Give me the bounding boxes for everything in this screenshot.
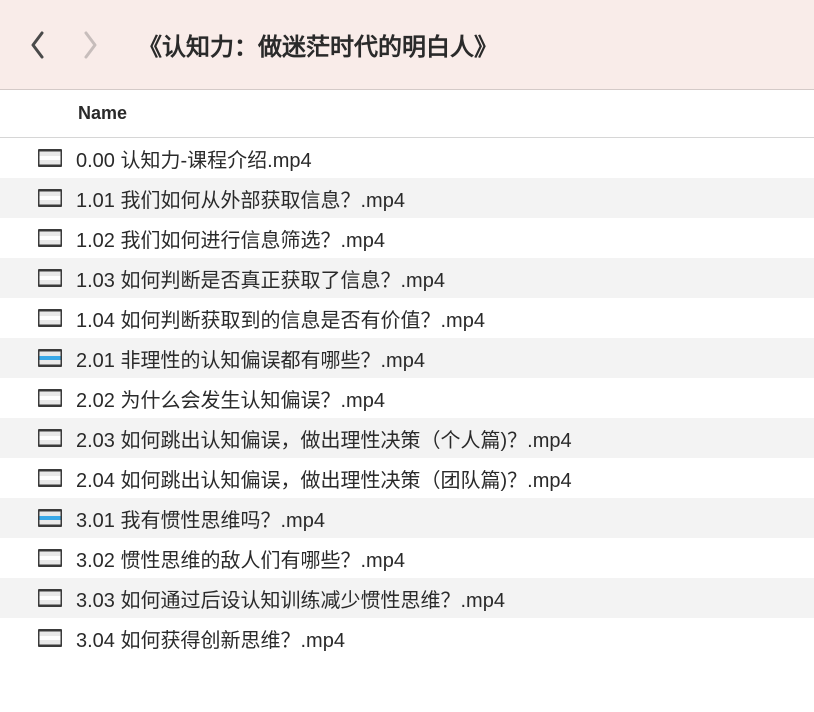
file-name: 2.04 如何跳出认知偏误，做出理性决策（团队篇)？.mp4 bbox=[76, 464, 572, 493]
toolbar: 《认知力：做迷茫时代的明白人》 bbox=[0, 0, 814, 90]
video-file-icon bbox=[38, 629, 62, 647]
video-file-icon bbox=[38, 229, 62, 247]
file-name: 2.03 如何跳出认知偏误，做出理性决策（个人篇)？.mp4 bbox=[76, 424, 572, 453]
video-file-icon bbox=[38, 149, 62, 167]
file-name: 3.01 我有惯性思维吗？.mp4 bbox=[76, 504, 325, 533]
file-name: 2.02 为什么会发生认知偏误？.mp4 bbox=[76, 384, 385, 413]
video-file-icon bbox=[38, 269, 62, 287]
file-row[interactable]: 0.00 认知力-课程介绍.mp4 bbox=[0, 138, 814, 178]
file-name: 3.02 惯性思维的敌人们有哪些？.mp4 bbox=[76, 544, 405, 573]
column-header-row[interactable]: Name bbox=[0, 90, 814, 138]
video-file-icon bbox=[38, 349, 62, 367]
video-file-icon bbox=[38, 549, 62, 567]
file-name: 3.03 如何通过后设认知训练减少惯性思维？.mp4 bbox=[76, 584, 505, 613]
file-row[interactable]: 1.01 我们如何从外部获取信息？.mp4 bbox=[0, 178, 814, 218]
nav-back-button[interactable] bbox=[24, 25, 52, 65]
file-name: 1.03 如何判断是否真正获取了信息？.mp4 bbox=[76, 264, 445, 293]
file-row[interactable]: 1.04 如何判断获取到的信息是否有价值？.mp4 bbox=[0, 298, 814, 338]
file-name: 1.02 我们如何进行信息筛选？.mp4 bbox=[76, 224, 385, 253]
file-row[interactable]: 2.04 如何跳出认知偏误，做出理性决策（团队篇)？.mp4 bbox=[0, 458, 814, 498]
file-list: 0.00 认知力-课程介绍.mp4 1.01 我们如何从外部获取信息？.mp4 … bbox=[0, 138, 814, 658]
video-file-icon bbox=[38, 429, 62, 447]
file-name: 1.04 如何判断获取到的信息是否有价值？.mp4 bbox=[76, 304, 485, 333]
file-row[interactable]: 2.01 非理性的认知偏误都有哪些？.mp4 bbox=[0, 338, 814, 378]
file-row[interactable]: 3.02 惯性思维的敌人们有哪些？.mp4 bbox=[0, 538, 814, 578]
file-row[interactable]: 3.01 我有惯性思维吗？.mp4 bbox=[0, 498, 814, 538]
chevron-right-icon bbox=[82, 31, 98, 59]
file-row[interactable]: 1.02 我们如何进行信息筛选？.mp4 bbox=[0, 218, 814, 258]
video-file-icon bbox=[38, 189, 62, 207]
video-file-icon bbox=[38, 389, 62, 407]
file-row[interactable]: 3.03 如何通过后设认知训练减少惯性思维？.mp4 bbox=[0, 578, 814, 618]
file-name: 1.01 我们如何从外部获取信息？.mp4 bbox=[76, 184, 405, 213]
file-row[interactable]: 1.03 如何判断是否真正获取了信息？.mp4 bbox=[0, 258, 814, 298]
video-file-icon bbox=[38, 589, 62, 607]
file-row[interactable]: 2.02 为什么会发生认知偏误？.mp4 bbox=[0, 378, 814, 418]
chevron-left-icon bbox=[30, 31, 46, 59]
page-title: 《认知力：做迷茫时代的明白人》 bbox=[138, 27, 498, 62]
video-file-icon bbox=[38, 469, 62, 487]
file-name: 0.00 认知力-课程介绍.mp4 bbox=[76, 144, 312, 173]
column-header-name: Name bbox=[78, 103, 127, 124]
video-file-icon bbox=[38, 309, 62, 327]
video-file-icon bbox=[38, 509, 62, 527]
file-name: 3.04 如何获得创新思维？.mp4 bbox=[76, 624, 345, 653]
nav-forward-button[interactable] bbox=[76, 25, 104, 65]
file-row[interactable]: 3.04 如何获得创新思维？.mp4 bbox=[0, 618, 814, 658]
file-row[interactable]: 2.03 如何跳出认知偏误，做出理性决策（个人篇)？.mp4 bbox=[0, 418, 814, 458]
file-name: 2.01 非理性的认知偏误都有哪些？.mp4 bbox=[76, 344, 425, 373]
